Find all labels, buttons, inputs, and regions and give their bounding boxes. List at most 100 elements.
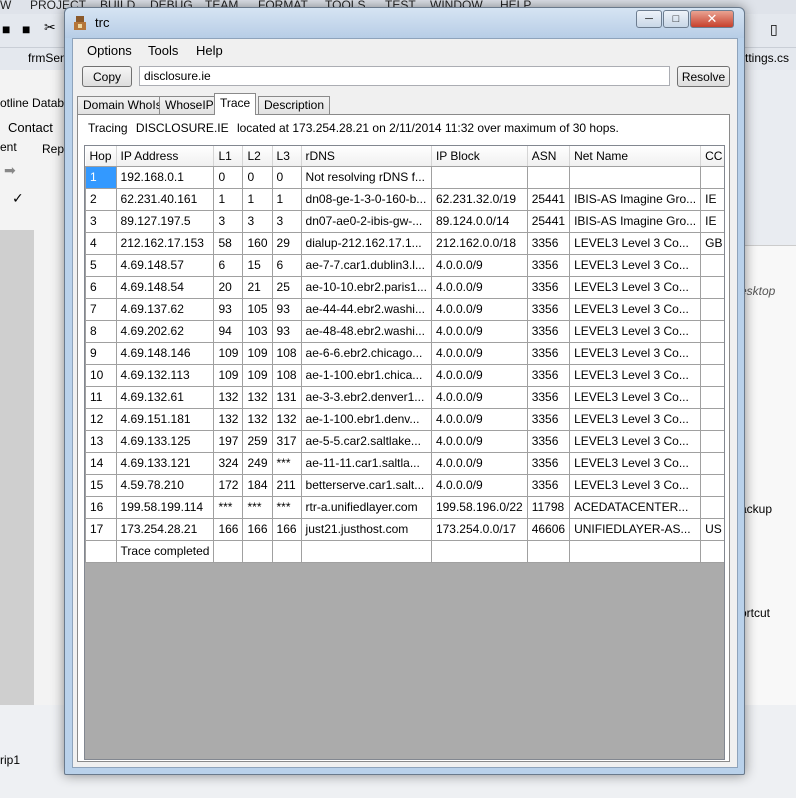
- table-cell[interactable]: 4.0.0.0/9: [430, 297, 528, 321]
- table-cell[interactable]: 0: [213, 165, 244, 189]
- table-cell[interactable]: [85, 539, 117, 563]
- table-row[interactable]: 10 4.69.132.113 109 109 108 ae-1-100.ebr1.chi…: [85, 363, 724, 387]
- table-cell[interactable]: 109: [213, 341, 244, 365]
- table-cell[interactable]: 4.0.0.0/9: [430, 451, 528, 475]
- table-cell[interactable]: ae-6-6.ebr2.chicago...: [300, 341, 432, 365]
- table-row[interactable]: 1 192.168.0.1 0 0 0 Not resolving rDNS f...: [85, 165, 724, 189]
- column-header[interactable]: CC: [700, 146, 724, 167]
- table-cell[interactable]: 259: [242, 429, 273, 453]
- table-cell[interactable]: 3356: [526, 231, 571, 255]
- table-cell[interactable]: 21: [242, 275, 273, 299]
- table-cell[interactable]: 93: [213, 297, 244, 321]
- table-cell[interactable]: [700, 165, 724, 189]
- table-cell[interactable]: 17: [85, 517, 117, 541]
- column-header[interactable]: L1: [213, 146, 244, 167]
- minimize-button[interactable]: ─: [636, 10, 662, 28]
- table-cell[interactable]: ***: [242, 495, 273, 519]
- table-cell[interactable]: 93: [271, 297, 302, 321]
- table-cell[interactable]: IBIS-AS Imagine Gro...: [569, 209, 702, 233]
- table-row[interactable]: 15 4.59.78.210 172 184 211 betterserve.car1.s…: [85, 473, 724, 497]
- table-cell[interactable]: 4.0.0.0/9: [430, 275, 528, 299]
- table-cell[interactable]: LEVEL3 Level 3 Co...: [569, 297, 702, 321]
- table-cell[interactable]: Not resolving rDNS f...: [300, 165, 432, 189]
- copy-button[interactable]: Copy: [82, 66, 132, 87]
- table-cell[interactable]: ae-44-44.ebr2.washi...: [300, 297, 432, 321]
- table-cell[interactable]: just21.justhost.com: [300, 517, 432, 541]
- table-row[interactable]: 12 4.69.151.181 132 132 132 ae-1-100.ebr1.den…: [85, 407, 724, 431]
- table-cell[interactable]: 4.0.0.0/9: [430, 363, 528, 387]
- table-cell[interactable]: LEVEL3 Level 3 Co...: [569, 407, 702, 431]
- cut-icon[interactable]: ✂: [44, 19, 56, 36]
- table-cell[interactable]: 109: [213, 363, 244, 387]
- table-cell[interactable]: 1: [271, 187, 302, 211]
- table-cell[interactable]: 131: [271, 385, 302, 409]
- table-cell[interactable]: [700, 473, 724, 497]
- table-cell[interactable]: Trace completed: [115, 539, 215, 563]
- table-cell[interactable]: GB: [700, 231, 724, 255]
- table-cell[interactable]: LEVEL3 Level 3 Co...: [569, 275, 702, 299]
- table-cell[interactable]: 4.0.0.0/9: [430, 253, 528, 277]
- table-cell[interactable]: 15: [85, 473, 117, 497]
- table-cell[interactable]: 3356: [526, 429, 571, 453]
- table-cell[interactable]: [430, 539, 528, 563]
- table-cell[interactable]: 58: [213, 231, 244, 255]
- table-cell[interactable]: 2: [85, 187, 117, 211]
- table-cell[interactable]: 3: [85, 209, 117, 233]
- table-cell[interactable]: 197: [213, 429, 244, 453]
- resolve-button[interactable]: Resolve: [677, 66, 730, 87]
- menu-options[interactable]: Options: [87, 43, 132, 58]
- table-cell[interactable]: 132: [213, 407, 244, 431]
- column-header[interactable]: rDNS: [301, 146, 432, 167]
- table-cell[interactable]: 4.69.148.146: [115, 341, 215, 365]
- table-cell[interactable]: 29: [271, 231, 302, 255]
- table-row[interactable]: 9 4.69.148.146 109 109 108 ae-6-6.ebr2.chicag…: [85, 341, 724, 365]
- table-cell[interactable]: 20: [213, 275, 244, 299]
- table-cell[interactable]: [700, 341, 724, 365]
- table-cell[interactable]: 3356: [526, 275, 571, 299]
- table-cell[interactable]: 132: [271, 407, 302, 431]
- table-cell[interactable]: 132: [213, 385, 244, 409]
- column-header[interactable]: L2: [242, 146, 273, 167]
- column-header[interactable]: IP Block: [431, 146, 528, 167]
- table-cell[interactable]: 166: [242, 517, 273, 541]
- table-cell[interactable]: [569, 539, 702, 563]
- tab-domain-whois[interactable]: Domain WhoIs: [77, 96, 168, 114]
- table-cell[interactable]: 192.168.0.1: [115, 165, 215, 189]
- table-cell[interactable]: 3356: [526, 253, 571, 277]
- table-cell[interactable]: [700, 319, 724, 343]
- table-cell[interactable]: IE: [700, 209, 724, 233]
- table-cell[interactable]: ae-3-3.ebr2.denver1...: [300, 385, 432, 409]
- table-cell[interactable]: 132: [242, 407, 273, 431]
- table-cell[interactable]: 4.59.78.210: [115, 473, 215, 497]
- table-cell[interactable]: 11: [85, 385, 117, 409]
- save-icon[interactable]: ■: [2, 21, 10, 37]
- table-cell[interactable]: 4.0.0.0/9: [430, 429, 528, 453]
- table-cell[interactable]: 3356: [526, 385, 571, 409]
- table-row[interactable]: 16 199.58.199.114 *** *** *** rtr-a.unifiedla…: [85, 495, 724, 519]
- paste-icon[interactable]: ▯: [770, 21, 778, 38]
- table-cell[interactable]: ae-7-7.car1.dublin3.l...: [300, 253, 432, 277]
- table-cell[interactable]: 4.69.133.125: [115, 429, 215, 453]
- table-cell[interactable]: 15: [242, 253, 273, 277]
- table-cell[interactable]: 4.69.132.113: [115, 363, 215, 387]
- table-row[interactable]: 3 89.127.197.5 3 3 3 dn07-ae0-2-ibis-gw-... 89…: [85, 209, 724, 233]
- tab-whoseip[interactable]: WhoseIP: [159, 96, 220, 114]
- table-cell[interactable]: [700, 253, 724, 277]
- table-cell[interactable]: 4: [85, 231, 117, 255]
- table-cell[interactable]: [430, 165, 528, 189]
- table-cell[interactable]: [242, 539, 273, 563]
- table-cell[interactable]: dn08-ge-1-3-0-160-b...: [300, 187, 432, 211]
- table-cell[interactable]: 3356: [526, 451, 571, 475]
- table-cell[interactable]: 132: [242, 385, 273, 409]
- table-cell[interactable]: 212.162.17.153: [115, 231, 215, 255]
- title-bar[interactable]: trc ─ □ ✕: [65, 8, 744, 38]
- table-cell[interactable]: LEVEL3 Level 3 Co...: [569, 319, 702, 343]
- table-cell[interactable]: [700, 275, 724, 299]
- table-cell[interactable]: ae-1-100.ebr1.chica...: [300, 363, 432, 387]
- table-row[interactable]: 2 62.231.40.161 1 1 1 dn08-ge-1-3-0-160-b... 6…: [85, 187, 724, 211]
- menu-help[interactable]: Help: [196, 43, 223, 58]
- table-cell[interactable]: 0: [271, 165, 302, 189]
- ide-tab[interactable]: frmSen: [28, 51, 67, 65]
- table-cell[interactable]: 4.0.0.0/9: [430, 341, 528, 365]
- table-cell[interactable]: [700, 539, 724, 563]
